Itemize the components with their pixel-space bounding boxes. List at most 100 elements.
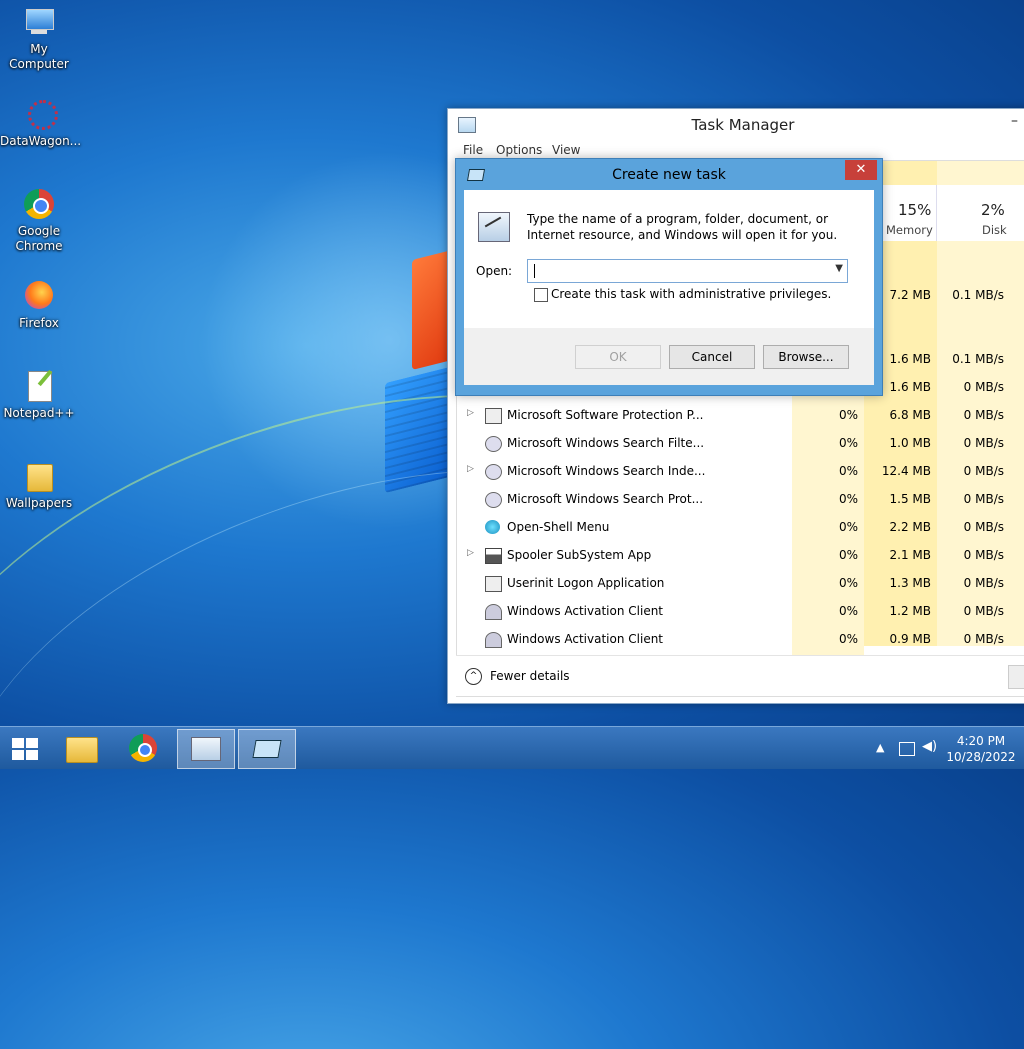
cpu-value: 0% xyxy=(838,436,858,450)
windows-logo-icon xyxy=(26,738,38,748)
text-caret xyxy=(534,264,535,278)
admin-privileges-checkbox[interactable] xyxy=(534,288,548,302)
task-manager-menubar: File Options View xyxy=(448,140,1024,160)
desktop-icon-datawagon[interactable]: DataWagon... xyxy=(0,98,81,149)
disk-value: 0 MB/s xyxy=(963,436,1004,450)
admin-privileges-label[interactable]: Create this task with administrative pri… xyxy=(551,287,831,301)
menu-view[interactable]: View xyxy=(552,143,580,157)
desktop-icon-google-chrome[interactable]: Google Chrome xyxy=(0,188,78,254)
desktop-icon-wallpapers[interactable]: Wallpapers xyxy=(0,460,78,511)
taskbar-run-dialog[interactable] xyxy=(238,729,296,769)
browse-button[interactable]: Browse... xyxy=(763,345,849,369)
process-name: Open-Shell Menu xyxy=(507,520,610,534)
table-row[interactable]: Userinit Logon Application 0% 1.3 MB 0 M… xyxy=(457,570,1024,598)
fewer-details-link[interactable]: Fewer details xyxy=(490,669,570,683)
disk-value: 0 MB/s xyxy=(963,604,1004,618)
close-button[interactable]: ✕ xyxy=(845,160,877,180)
expand-chevron-icon[interactable]: ▷ xyxy=(467,464,474,474)
taskbar-file-explorer[interactable] xyxy=(54,729,110,767)
table-row[interactable]: ▷ Microsoft Software Protection P... 0% … xyxy=(457,402,1024,430)
firefox-icon xyxy=(22,280,56,314)
dialog-description: Type the name of a program, folder, docu… xyxy=(527,212,838,242)
taskbar-chrome[interactable] xyxy=(116,729,172,767)
desktop-icon-label: Wallpapers xyxy=(5,496,73,510)
table-row[interactable]: Windows Activation Client 0% 1.2 MB 0 MB… xyxy=(457,598,1024,626)
dialog-titlebar[interactable]: Create new task xyxy=(456,159,882,189)
windows-logo-icon xyxy=(12,750,24,760)
table-row[interactable]: Microsoft Windows Search Filte... 0% 1.0… xyxy=(457,430,1024,458)
table-row[interactable]: Open-Shell Menu 0% 2.2 MB 0 MB/s xyxy=(457,514,1024,542)
cpu-value: 0% xyxy=(838,632,858,646)
cpu-value: 0% xyxy=(838,464,858,478)
volume-icon[interactable]: ◀) xyxy=(922,739,937,754)
cpu-value: 0% xyxy=(838,548,858,562)
cpu-value: 0% xyxy=(838,492,858,506)
task-manager-titlebar[interactable]: Task Manager – xyxy=(448,109,1024,140)
disk-value: 0.1 MB/s xyxy=(952,352,1004,366)
notepad-plus-plus-icon xyxy=(22,369,56,404)
disk-header-pct[interactable]: 2% xyxy=(981,201,1005,219)
disk-value: 0 MB/s xyxy=(963,576,1004,590)
chevron-up-icon[interactable]: ^ xyxy=(465,668,482,685)
task-manager-title: Task Manager xyxy=(691,116,795,134)
process-name: Windows Activation Client xyxy=(507,604,664,618)
open-label: Open: xyxy=(476,264,513,278)
menu-options[interactable]: Options xyxy=(496,143,542,157)
service-window-icon xyxy=(485,408,502,424)
expand-chevron-icon[interactable]: ▷ xyxy=(467,548,474,558)
key-icon xyxy=(485,604,502,620)
chrome-icon xyxy=(22,188,56,222)
minimize-icon[interactable]: – xyxy=(1011,113,1018,129)
desktop-icon-label: My Computer xyxy=(9,42,69,71)
desktop-icon-my-computer[interactable]: My Computer xyxy=(0,6,78,72)
search-service-icon xyxy=(485,464,502,480)
desktop-icon-label: Notepad++ xyxy=(3,406,75,420)
task-manager-footer: ^ Fewer details xyxy=(456,655,1024,696)
windows-logo-icon xyxy=(26,750,38,760)
windows-logo-icon xyxy=(12,738,24,748)
disk-value: 0 MB/s xyxy=(963,492,1004,506)
open-combobox[interactable]: ▼ xyxy=(527,259,848,283)
printer-icon xyxy=(485,548,502,564)
ok-button[interactable]: OK xyxy=(575,345,661,369)
key-icon xyxy=(485,632,502,648)
table-row[interactable]: Windows Activation Client 0% 0.9 MB 0 MB… xyxy=(457,626,1024,654)
cpu-value: 0% xyxy=(838,520,858,534)
table-row[interactable]: Microsoft Windows Search Prot... 0% 1.5 … xyxy=(457,486,1024,514)
show-hidden-icons-icon[interactable]: ▲ xyxy=(876,741,884,754)
cancel-button[interactable]: Cancel xyxy=(669,345,755,369)
table-row[interactable]: ▷ Spooler SubSystem App 0% 2.1 MB 0 MB/s xyxy=(457,542,1024,570)
disk-header-label[interactable]: Disk xyxy=(982,223,1007,237)
disk-value: 0.1 MB/s xyxy=(952,288,1004,302)
disk-value: 0 MB/s xyxy=(963,380,1004,394)
memory-header-pct[interactable]: 15% xyxy=(898,201,931,219)
memory-value: 1.2 MB xyxy=(889,604,931,618)
memory-value: 2.2 MB xyxy=(889,520,931,534)
create-new-task-dialog[interactable]: Create new task ✕ Type the name of a pro… xyxy=(455,158,883,396)
memory-header-label[interactable]: Memory xyxy=(886,223,933,237)
end-task-button[interactable] xyxy=(1008,665,1024,689)
computer-icon xyxy=(22,6,56,40)
column-divider xyxy=(936,185,937,241)
taskbar-task-manager[interactable] xyxy=(177,729,235,769)
menu-file[interactable]: File xyxy=(463,143,483,157)
system-clock[interactable]: 4:20 PM 10/28/2022 xyxy=(945,733,1017,765)
desktop-icon-notepad-plus-plus[interactable]: Notepad++ xyxy=(0,369,78,421)
expand-chevron-icon[interactable]: ▷ xyxy=(467,408,474,418)
open-shell-icon xyxy=(485,520,500,534)
search-service-icon xyxy=(485,436,502,452)
process-name: Spooler SubSystem App xyxy=(507,548,652,562)
disk-value: 0 MB/s xyxy=(963,464,1004,478)
disk-value: 0 MB/s xyxy=(963,520,1004,534)
memory-value: 2.1 MB xyxy=(889,548,931,562)
process-name: Microsoft Software Protection P... xyxy=(507,408,704,422)
table-row[interactable]: ▷ Microsoft Windows Search Inde... 0% 12… xyxy=(457,458,1024,486)
dialog-button-bar: OK Cancel Browse... xyxy=(464,328,874,385)
start-button[interactable] xyxy=(12,738,38,760)
folder-icon xyxy=(22,460,56,494)
process-name: Windows Activation Client xyxy=(507,632,664,646)
desktop-icon-firefox[interactable]: Firefox xyxy=(0,280,78,331)
chevron-down-icon[interactable]: ▼ xyxy=(835,263,843,274)
network-icon[interactable] xyxy=(899,742,915,756)
folder-icon xyxy=(66,737,98,763)
